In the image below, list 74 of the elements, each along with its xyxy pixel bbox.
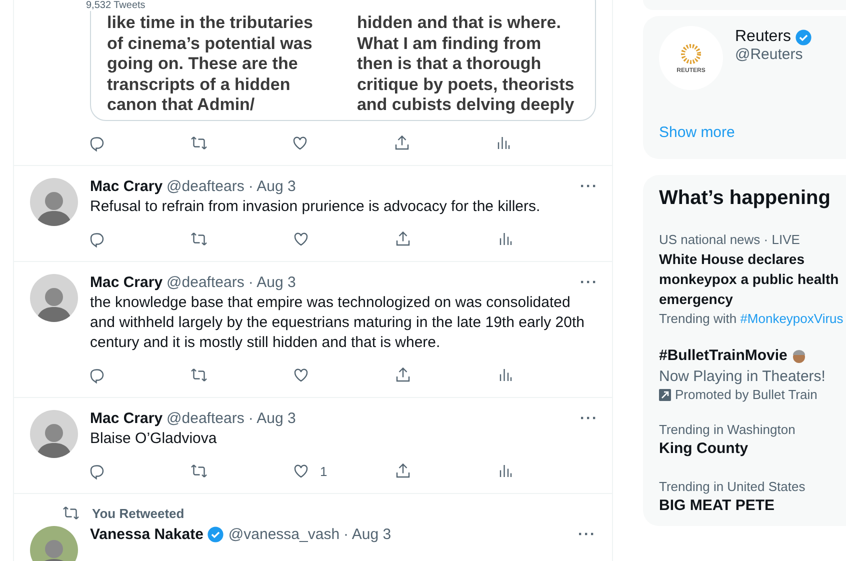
like-count: 1 [320, 464, 328, 478]
image-text-line: critique by poets, theorists [356, 74, 574, 95]
share-icon [394, 366, 412, 384]
reply-icon [88, 366, 106, 384]
tweet-text: Blaise O’Gladviova [90, 429, 218, 449]
trend-item[interactable]: US national news · LIVE White House declares monkeypox a public health emergency Trending with #MonkeypoxVirus [643, 222, 846, 336]
trend-title: King County [659, 439, 750, 459]
trend-subtitle: Now Playing in Theaters! [659, 368, 826, 385]
image-text-line: What I am finding from [356, 34, 542, 54]
tweet-date[interactable]: · Aug 3 [248, 410, 296, 427]
promoted-label: Promoted by Bullet Train [675, 387, 818, 402]
retweet-icon [190, 230, 208, 248]
trend-title: White House declares monkeypox a public health emergency [659, 250, 840, 309]
author-name[interactable]: Mac Crary [90, 410, 163, 427]
trend-context: Trending in United States [659, 479, 806, 494]
retweet-icon [62, 504, 80, 522]
promoted-icon [659, 388, 671, 400]
trend-title: #BulletTrainMovie [659, 346, 788, 366]
image-text-line: going on. These are the [107, 54, 299, 74]
author-handle[interactable]: @deaftears [166, 274, 244, 291]
avatar[interactable] [30, 274, 78, 322]
dotted-ring-icon [680, 42, 702, 64]
figure-emoji-icon [791, 348, 808, 364]
retweet-icon [190, 462, 208, 480]
tweet-count: 9,532 Tweets [86, 0, 146, 11]
account-handle: @Reuters [735, 46, 804, 63]
trend-context: US national news · LIVE [659, 232, 801, 247]
panel-title: What’s happening [658, 186, 832, 211]
image-text-line: then is that a thorough [356, 54, 542, 74]
retweet-context: You Retweeted [92, 506, 184, 520]
image-text-line: transcripts of a hidden [107, 74, 292, 95]
trend-context: Trending in Washington [659, 422, 796, 437]
trend-item[interactable]: Trending in United States BIG MEAT PETE [643, 469, 846, 526]
heart-icon [292, 366, 310, 384]
reply-icon [88, 462, 106, 480]
heart-icon [292, 462, 310, 480]
author-handle[interactable]: @deaftears [166, 410, 244, 427]
trend-item[interactable]: #BulletTrainMovie Now Playing in Theaters! Promoted by Bullet Train [643, 336, 846, 412]
author-handle[interactable]: @vanessa_vash [228, 526, 340, 543]
image-text-line: hidden and that is where. [356, 13, 562, 34]
trending-with: Trending with #MonkeypoxVirus [659, 311, 844, 326]
avatar[interactable] [30, 526, 78, 561]
share-icon [392, 134, 411, 152]
reply-icon [88, 134, 106, 152]
image-text-line: like time in the tributaries [107, 13, 313, 34]
author-name[interactable]: Vanessa Nakate [90, 526, 204, 543]
share-icon [394, 462, 412, 480]
more-button[interactable]: ··· [580, 410, 598, 427]
more-button[interactable]: ··· [580, 274, 598, 291]
image-text-line: and cubists delving deeply [356, 95, 574, 116]
trend-item[interactable]: Trending in Washington King County [643, 412, 846, 469]
more-button[interactable]: ··· [580, 178, 598, 195]
tweet-date[interactable]: · Aug 3 [248, 178, 296, 195]
heart-icon [291, 134, 310, 152]
tweet-text: the knowledge base that empire was technologized on was consolidated and withheld largely by the equestrians maturing in the late 19th early 20th century and it is mostly still hidden and that is where. [90, 293, 586, 353]
tweet-text: Refusal to refrain from invasion prurience is advocacy for the killers. [90, 197, 542, 217]
image-text-line: canon that Admin/ [107, 95, 256, 116]
retweet-icon [190, 134, 208, 152]
like-button[interactable]: 1 [292, 462, 394, 480]
avatar[interactable] [30, 178, 78, 226]
author-name[interactable]: Mac Crary [90, 178, 163, 195]
tweet-date[interactable]: · Aug 3 [344, 526, 392, 543]
more-button[interactable]: ··· [578, 526, 596, 543]
author-handle[interactable]: @deaftears [166, 178, 244, 195]
avatar[interactable] [30, 410, 78, 458]
trend-title: BIG MEAT PETE [659, 496, 776, 516]
image-text-line: of cinema’s potential was [107, 34, 313, 54]
heart-icon [292, 230, 310, 248]
reply-icon [88, 230, 106, 248]
author-name[interactable]: Mac Crary [90, 274, 163, 291]
share-icon [394, 230, 412, 248]
retweet-icon [190, 366, 208, 384]
account-name[interactable]: Reuters [735, 28, 792, 46]
tweet-date[interactable]: · Aug 3 [248, 274, 296, 291]
